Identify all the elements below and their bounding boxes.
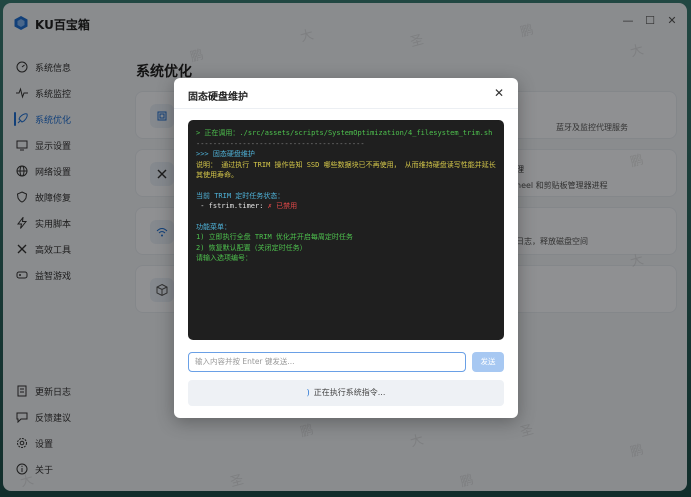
- terminal-prompt: 请输入选项编号：: [196, 254, 252, 262]
- terminal-call-path: ./src/assets/scripts/SystemOptimization/…: [239, 129, 493, 137]
- status-text: 正在执行系统指令...: [313, 388, 386, 397]
- close-icon[interactable]: ✕: [492, 86, 506, 100]
- terminal-menu-option-2: 2) 恢复默认配置（关闭定时任务）: [196, 243, 307, 252]
- ssd-maintenance-dialog: 固态硬盘维护 ✕ > 正在调用：./src/assets/scripts/Sys…: [174, 78, 518, 418]
- terminal-status-value: ✗ 已禁用: [267, 202, 298, 210]
- command-input[interactable]: 输入内容并按 Enter 键发送...: [188, 352, 466, 372]
- execution-status: ) 正在执行系统指令...: [188, 380, 504, 406]
- terminal-menu-option-1: 1) 立即执行全盘 TRIM 优化并开启每周定时任务: [196, 233, 353, 241]
- spinner-icon: ): [306, 388, 310, 397]
- send-button[interactable]: 发送: [472, 352, 504, 372]
- dialog-title: 固态硬盘维护: [188, 92, 248, 103]
- terminal-separator: ----------------------------------------: [196, 139, 365, 148]
- terminal-status-title: 当前 TRIM 定时任务状态：: [196, 191, 285, 200]
- terminal-menu-title: 功能菜单：: [196, 222, 231, 231]
- terminal-status-item: - fstrim.timer:: [196, 202, 268, 210]
- terminal-output[interactable]: > 正在调用：./src/assets/scripts/SystemOptimi…: [188, 120, 504, 340]
- terminal-call-prefix: > 正在调用：: [196, 129, 240, 137]
- terminal-description: 说明： 通过执行 TRIM 操作告知 SSD 哪些数据块已不再使用， 从而维持硬…: [196, 160, 496, 180]
- dialog-divider: [174, 108, 518, 109]
- terminal-section-title: >>> 固态硬盘维护: [196, 150, 255, 158]
